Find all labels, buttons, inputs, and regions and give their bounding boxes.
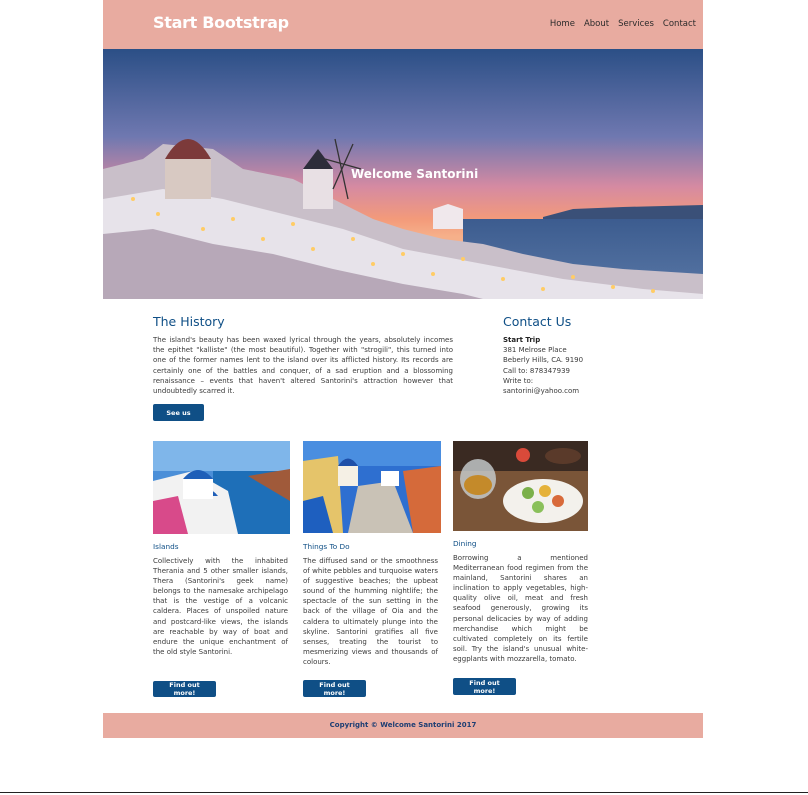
footer: Copyright © Welcome Santorini 2017: [103, 713, 703, 738]
hero-banner: Welcome Santorini: [103, 49, 703, 299]
contact-info: Start Trip 381 Melrose Place Beberly Hil…: [503, 335, 583, 396]
hero-title: Welcome Santorini: [351, 167, 479, 181]
contact-city: Beberly Hills, CA. 9190: [503, 356, 584, 365]
contact-address: 381 Melrose Place: [503, 346, 567, 355]
nav-menu: Home About Services Contact: [550, 19, 696, 29]
contact-name: Start Trip: [503, 336, 541, 344]
contact-write-label: Write to:: [503, 376, 534, 385]
navbar: Start Bootstrap Home About Services Cont…: [103, 0, 703, 49]
nav-link-home[interactable]: Home: [550, 19, 575, 29]
things-to-do-text: The diffused sand or the smoothness of w…: [303, 557, 438, 666]
islands-find-out-button[interactable]: Find out more!: [153, 681, 216, 697]
things-to-do-image: [303, 441, 441, 533]
bottom-divider: [0, 792, 808, 793]
contact-heading: Contact Us: [503, 314, 572, 329]
nav-link-services[interactable]: Services: [618, 19, 654, 29]
islands-title: Islands: [153, 542, 179, 551]
dining-title: Dining: [453, 539, 477, 548]
contact-email[interactable]: santorini@yahoo.com: [503, 386, 583, 396]
dining-text: Borrowing a mentioned Mediterranean food…: [453, 554, 588, 663]
nav-link-contact[interactable]: Contact: [663, 19, 696, 29]
contact-phone: Call to: 878347939: [503, 366, 570, 375]
nav-link-about[interactable]: About: [584, 19, 609, 29]
islands-text: Collectively with the inhabited Therania…: [153, 557, 288, 656]
history-text: The island's beauty has been waxed lyric…: [153, 336, 453, 396]
dining-image: [453, 441, 588, 531]
things-to-do-title: Things To Do: [303, 542, 350, 551]
brand-logo[interactable]: Start Bootstrap: [153, 13, 289, 32]
history-heading: The History: [153, 314, 225, 329]
things-to-do-find-out-button[interactable]: Find out more!: [303, 680, 366, 697]
dining-find-out-button[interactable]: Find out more!: [453, 678, 516, 695]
islands-image: [153, 441, 290, 534]
see-us-button[interactable]: See us: [153, 404, 204, 421]
footer-copyright: Copyright © Welcome Santorini 2017: [329, 721, 477, 729]
